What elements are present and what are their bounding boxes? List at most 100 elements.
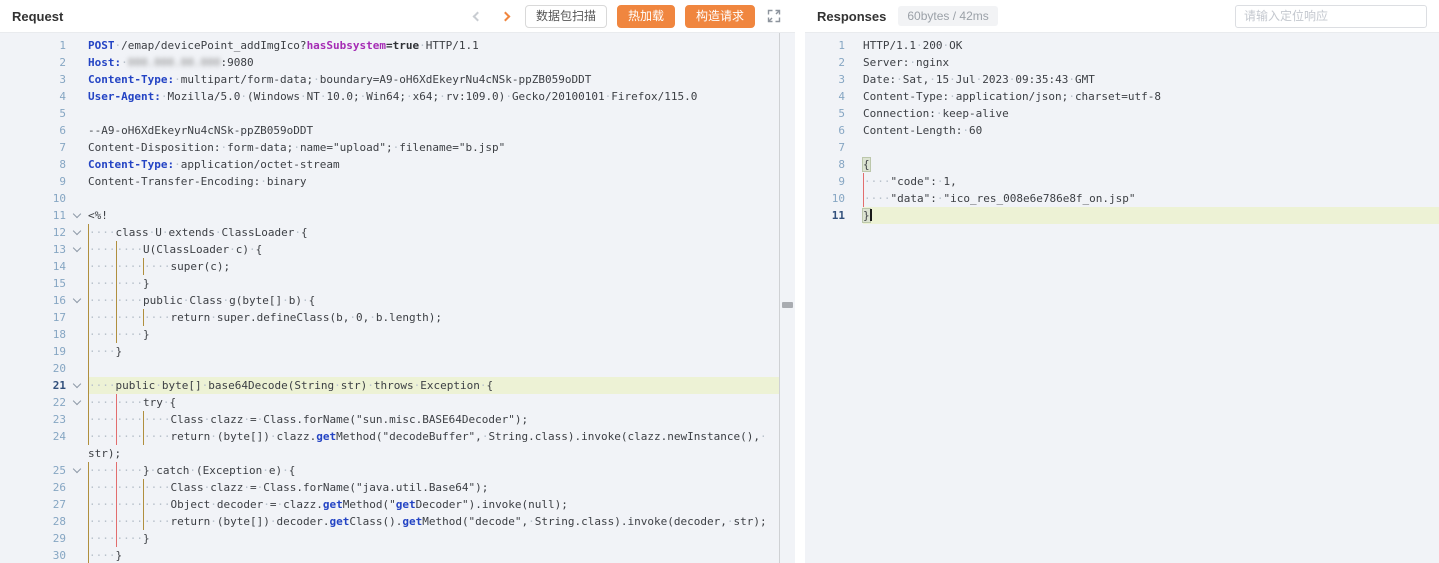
build-request-button[interactable]: 构造请求 [685, 5, 755, 28]
request-code-line[interactable]: 10 [0, 190, 795, 207]
prev-packet-button[interactable] [469, 7, 487, 25]
whitespace-dots: ···· [89, 532, 116, 545]
code-text: ········} [88, 530, 795, 547]
request-code-line[interactable]: 19····} [0, 343, 795, 360]
whitespace-dots: · [210, 430, 217, 443]
request-code-line[interactable]: 27············Object·decoder·=·clazz.get… [0, 496, 795, 513]
request-toolbar: 数据包扫描 热加载 构造请求 [469, 5, 783, 28]
request-code-line[interactable]: 29········} [0, 530, 795, 547]
whitespace-dots: · [210, 515, 217, 528]
whitespace-dots: · [313, 73, 320, 86]
next-packet-button[interactable] [497, 7, 515, 25]
request-code-line[interactable]: str); [0, 445, 795, 462]
request-code-line[interactable]: 17············return·super.defineClass(b… [0, 309, 795, 326]
request-code-line[interactable]: 3Content-Type:·multipart/form-data;·boun… [0, 71, 795, 88]
request-code-line[interactable]: 4User-Agent:·Mozilla/5.0·(Windows·NT·10.… [0, 88, 795, 105]
request-code-line[interactable]: 24············return·(byte[])·clazz.getM… [0, 428, 795, 445]
request-code-line[interactable]: 21····public·byte[]·base64Decode(String·… [0, 377, 795, 394]
whitespace-dots: ···· [89, 498, 116, 511]
line-number: 4 [0, 88, 66, 105]
response-code-line[interactable]: 1HTTP/1.1·200·OK [805, 37, 1439, 54]
fold-gutter [66, 173, 88, 190]
request-code-line[interactable]: 23············Class·clazz·=·Class.forNam… [0, 411, 795, 428]
whitespace-dots: ···· [89, 311, 116, 324]
response-code-line[interactable]: 10····"data":·"ico_res_008e6e786e8f_on.j… [805, 190, 1439, 207]
fold-gutter [845, 122, 863, 139]
request-code-line[interactable]: 6 --A9-oH6XdEkeyrNu4cNSk-ppZB059oDDT [0, 122, 795, 139]
response-code-line[interactable]: 2Server:·nginx [805, 54, 1439, 71]
request-editor[interactable]: 1POST·/emap/devicePoint_addImgIco?hasSub… [0, 33, 795, 563]
request-code-line[interactable]: 12····class·U·extends·ClassLoader·{ [0, 224, 795, 241]
request-code-line[interactable]: 2Host:·000.000.00.000:9080 [0, 54, 795, 71]
request-title: Request [12, 9, 63, 24]
fullscreen-button[interactable] [765, 7, 783, 25]
request-code-line[interactable]: 5 [0, 105, 795, 122]
line-number: 6 [0, 122, 66, 139]
request-code-line[interactable]: 15········} [0, 275, 795, 292]
whitespace-dots: ···· [89, 260, 116, 273]
response-code-line[interactable]: 7 [805, 139, 1439, 156]
response-header: Responses 60bytes / 42ms [805, 0, 1439, 33]
chevron-down-icon[interactable] [73, 380, 81, 388]
whitespace-dots: · [210, 498, 217, 511]
chevron-down-icon[interactable] [73, 465, 81, 473]
fold-gutter [66, 37, 88, 54]
request-code-line[interactable]: 18········} [0, 326, 795, 343]
chevron-down-icon[interactable] [73, 397, 81, 405]
fold-gutter [66, 190, 88, 207]
whitespace-dots: ···· [89, 226, 116, 239]
request-code-line[interactable]: 30····} [0, 547, 795, 563]
chevron-down-icon[interactable] [73, 295, 81, 303]
whitespace-dots: · [1068, 73, 1075, 86]
response-code-line[interactable]: 8{ [805, 156, 1439, 173]
whitespace-dots: ···· [117, 413, 144, 426]
fold-gutter [66, 428, 88, 445]
response-code-line[interactable]: 9····"code":·1, [805, 173, 1439, 190]
request-code-line[interactable]: 25········}·catch·(Exception·e)·{ [0, 462, 795, 479]
request-code-line[interactable]: 1POST·/emap/devicePoint_addImgIco?hasSub… [0, 37, 795, 54]
chevron-down-icon[interactable] [73, 210, 81, 218]
request-scrollbar[interactable] [779, 33, 795, 563]
request-code-line[interactable]: 7Content-Disposition:·form-data;·name="u… [0, 139, 795, 156]
whitespace-dots: ···· [117, 430, 144, 443]
request-code-line[interactable]: 26············Class·clazz·=·Class.forNam… [0, 479, 795, 496]
chevron-down-icon[interactable] [73, 244, 81, 252]
code-text: --A9-oH6XdEkeyrNu4cNSk-ppZB059oDDT [88, 122, 795, 139]
chevron-down-icon[interactable] [73, 227, 81, 235]
whitespace-dots: · [302, 294, 309, 307]
request-code-line[interactable]: 11<%! [0, 207, 795, 224]
locate-response-input[interactable] [1235, 5, 1427, 28]
request-code-line[interactable]: 14············super(c); [0, 258, 795, 275]
response-stats-badge: 60bytes / 42ms [898, 6, 997, 26]
response-code-line[interactable]: 11} [805, 207, 1439, 224]
whitespace-dots: · [229, 243, 236, 256]
request-code-line[interactable]: 13········U(ClassLoader·c)·{ [0, 241, 795, 258]
code-text: ····"code":·1, [863, 173, 1439, 190]
request-code-line[interactable]: 22········try·{ [0, 394, 795, 411]
request-scrollbar-thumb[interactable] [782, 302, 793, 308]
request-code-line[interactable]: 20 [0, 360, 795, 377]
response-code-line[interactable]: 4Content-Type:·application/json;·charset… [805, 88, 1439, 105]
whitespace-dots: · [243, 481, 250, 494]
whitespace-dots: ···· [117, 498, 144, 511]
whitespace-dots: ···· [864, 175, 891, 188]
whitespace-dots: ···· [89, 481, 116, 494]
code-text: ············super(c); [88, 258, 795, 275]
whitespace-dots: ···· [117, 328, 144, 341]
response-code-line[interactable]: 6Content-Length:·60 [805, 122, 1439, 139]
whitespace-dots: · [916, 39, 923, 52]
fullscreen-icon [766, 8, 782, 24]
request-code-line[interactable]: 28············return·(byte[])·decoder.ge… [0, 513, 795, 530]
whitespace-dots: · [439, 90, 446, 103]
packet-scan-button[interactable]: 数据包扫描 [525, 5, 607, 28]
fold-gutter [66, 513, 88, 530]
response-code-line[interactable]: 5Connection:·keep-alive [805, 105, 1439, 122]
hot-reload-button[interactable]: 热加载 [617, 5, 675, 28]
request-code-line[interactable]: 16········public·Class·g(byte[]·b)·{ [0, 292, 795, 309]
response-editor[interactable]: 1HTTP/1.1·200·OK2Server:·nginx3Date:·Sat… [805, 33, 1439, 563]
request-code-line[interactable]: 9Content-Transfer-Encoding:·binary [0, 173, 795, 190]
whitespace-dots: ···· [117, 311, 144, 324]
response-code-line[interactable]: 3Date:·Sat,·15·Jul·2023·09:35:43·GMT [805, 71, 1439, 88]
whitespace-dots: ···· [89, 549, 116, 562]
request-code-line[interactable]: 8Content-Type:·application/octet-stream [0, 156, 795, 173]
